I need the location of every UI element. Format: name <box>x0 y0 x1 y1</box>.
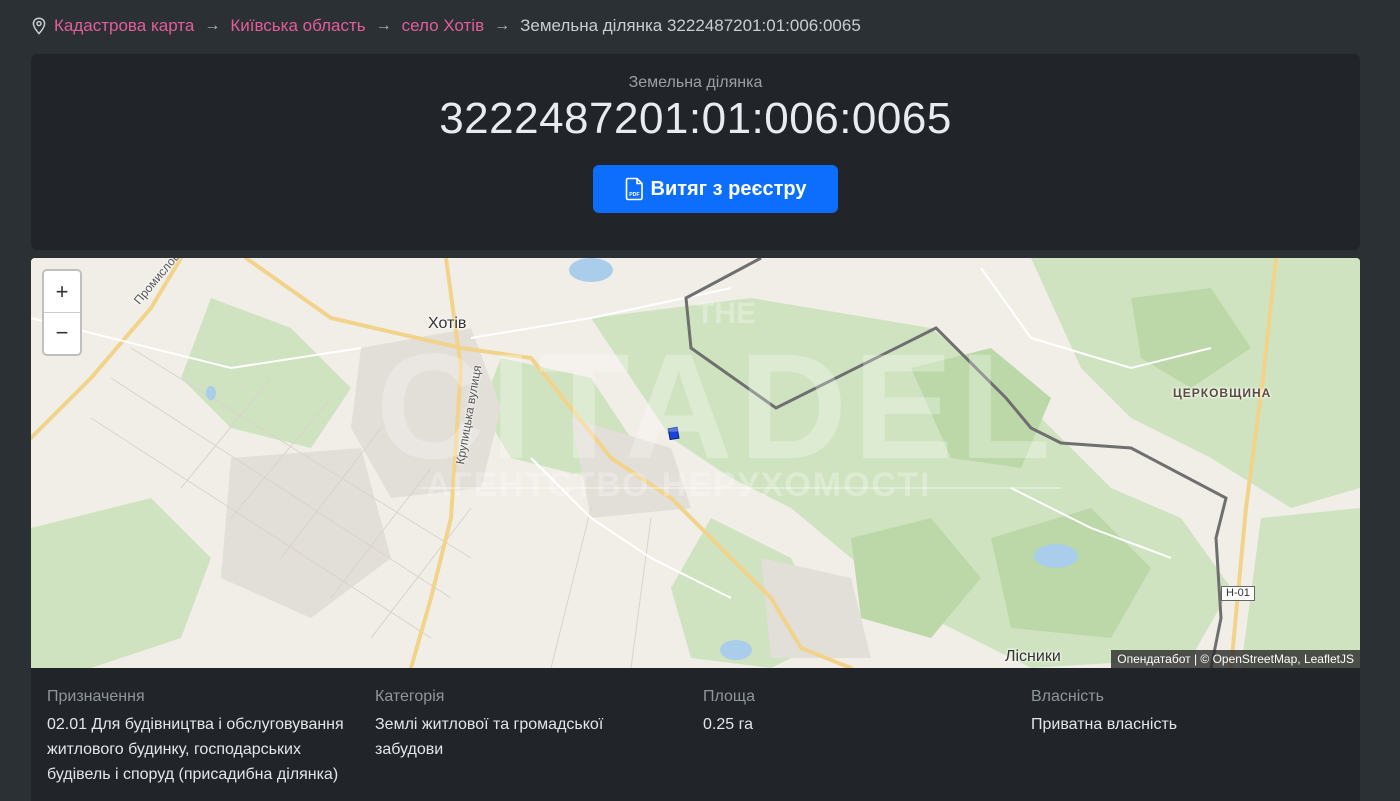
cadastral-number-title: 3222487201:01:006:0065 <box>439 94 952 143</box>
ownership-field: Власність Приватна власність <box>1031 688 1331 737</box>
map-pin-icon <box>31 17 47 35</box>
category-label: Категорія <box>375 688 445 705</box>
watermark-citadel: CITADEL <box>376 322 1057 490</box>
registry-extract-button[interactable]: PDF Витяг з реєстру <box>593 165 838 213</box>
parcel-info: Призначення 02.01 Для будівництва і обсл… <box>31 668 1360 801</box>
map-label-tserkovshchyna: ЦЕРКОВЩИНА <box>1173 386 1272 400</box>
parcel-header-card: Земельна ділянка 3222487201:01:006:0065 … <box>31 54 1360 250</box>
category-field: Категорія Землі житлової та громадської … <box>375 688 675 762</box>
category-value: Землі житлової та громадської забудови <box>375 716 604 758</box>
map-label-khotiv: Хотів <box>428 315 467 332</box>
area-field: Площа 0.25 га <box>703 688 1003 737</box>
area-label: Площа <box>703 688 755 705</box>
map-label-lisnyky: Лісники <box>1005 648 1061 665</box>
purpose-value: 02.01 Для будівництва і обслуговування ж… <box>47 716 344 783</box>
zoom-out-button[interactable]: − <box>44 312 80 353</box>
road-number-badge: Н-01 <box>1221 586 1255 601</box>
arrow-right-icon: → <box>494 17 511 34</box>
arrow-right-icon: → <box>204 17 221 34</box>
arrow-right-icon: → <box>375 17 392 34</box>
cadastral-map[interactable]: THE CITADEL АГЕНТСТВО НЕРУХОМОСТІ Н-01 Х… <box>31 258 1360 668</box>
map-attribution: Опендатабот | © OpenStreetMap, LeafletJS <box>1111 650 1360 668</box>
breadcrumb: Кадастрова карта → Київська область → се… <box>31 14 861 38</box>
breadcrumb-link-cadastral-map[interactable]: Кадастрова карта <box>54 16 194 36</box>
map-zoom-control: + − <box>42 269 82 356</box>
breadcrumb-current: Земельна ділянка 3222487201:01:006:0065 <box>520 16 861 35</box>
pdf-file-icon: PDF <box>625 177 645 201</box>
registry-extract-label: Витяг з реєстру <box>650 177 807 200</box>
ownership-label: Власність <box>1031 688 1104 705</box>
purpose-label: Призначення <box>47 688 145 705</box>
breadcrumb-link-village-khotiv[interactable]: село Хотів <box>402 16 485 36</box>
purpose-field: Призначення 02.01 Для будівництва і обсл… <box>47 688 362 787</box>
parcel-subtitle: Земельна ділянка <box>628 74 763 91</box>
attribution-link-leaflet[interactable]: LeafletJS <box>1304 652 1354 666</box>
zoom-in-button[interactable]: + <box>44 271 80 312</box>
attribution-link-opendatabot[interactable]: Опендатабот <box>1117 652 1190 666</box>
area-value: 0.25 га <box>703 716 753 733</box>
breadcrumb-link-kyiv-oblast[interactable]: Київська область <box>230 16 365 36</box>
svg-text:PDF: PDF <box>629 192 639 198</box>
attribution-link-osm[interactable]: © OpenStreetMap <box>1200 652 1297 666</box>
map-tiles: THE CITADEL АГЕНТСТВО НЕРУХОМОСТІ <box>31 258 1360 668</box>
ownership-value: Приватна власність <box>1031 716 1178 733</box>
watermark-agency: АГЕНТСТВО НЕРУХОМОСТІ <box>426 466 931 504</box>
